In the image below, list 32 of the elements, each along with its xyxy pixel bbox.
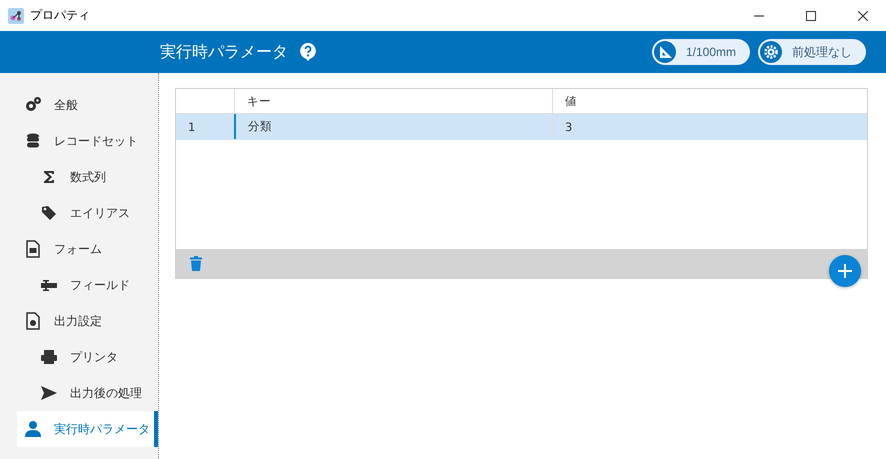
sidebar-item[interactable]: 実行時パラメータ [17, 411, 158, 447]
app-icon [8, 8, 24, 24]
help-icon[interactable] [300, 43, 316, 61]
send-icon [40, 384, 58, 402]
row-number: 1 [187, 118, 196, 136]
scale-button[interactable]: 1/100mm [652, 39, 750, 65]
gear-icon [760, 41, 782, 63]
sidebar-item[interactable]: フィールド [17, 267, 158, 303]
preprocess-button[interactable]: 前処理なし [758, 39, 866, 65]
printer-icon [40, 348, 58, 366]
maximize-icon [806, 10, 816, 20]
database-icon [24, 132, 42, 150]
sidebar-item[interactable]: 数式列 [17, 159, 158, 195]
table-cell: 分類 [234, 114, 552, 139]
column-header: キー [234, 89, 552, 113]
user-icon [24, 420, 42, 438]
column-header: 値 [552, 89, 867, 113]
sidebar-item[interactable]: レコードセット [17, 123, 158, 159]
sidebar-item[interactable]: 出力設定 [17, 303, 158, 339]
sidebar-item[interactable]: プリンタ [17, 339, 158, 375]
sidebar-item[interactable]: エイリアス [17, 195, 158, 231]
window-title: プロパティ [30, 7, 91, 24]
table-cell: 3 [552, 114, 867, 139]
trash-icon[interactable] [190, 256, 202, 271]
page-title: 実行時パラメータ [160, 42, 288, 62]
form-document-icon [24, 240, 42, 258]
plus-icon [838, 264, 852, 278]
close-icon [858, 10, 868, 20]
sidebar-item[interactable]: フォーム [17, 231, 158, 267]
table-row[interactable]: 1 分類 3 [176, 114, 867, 140]
sidebar-item[interactable]: 出力後の処理 [17, 375, 158, 411]
sidebar-item[interactable]: 全般 [17, 87, 158, 123]
